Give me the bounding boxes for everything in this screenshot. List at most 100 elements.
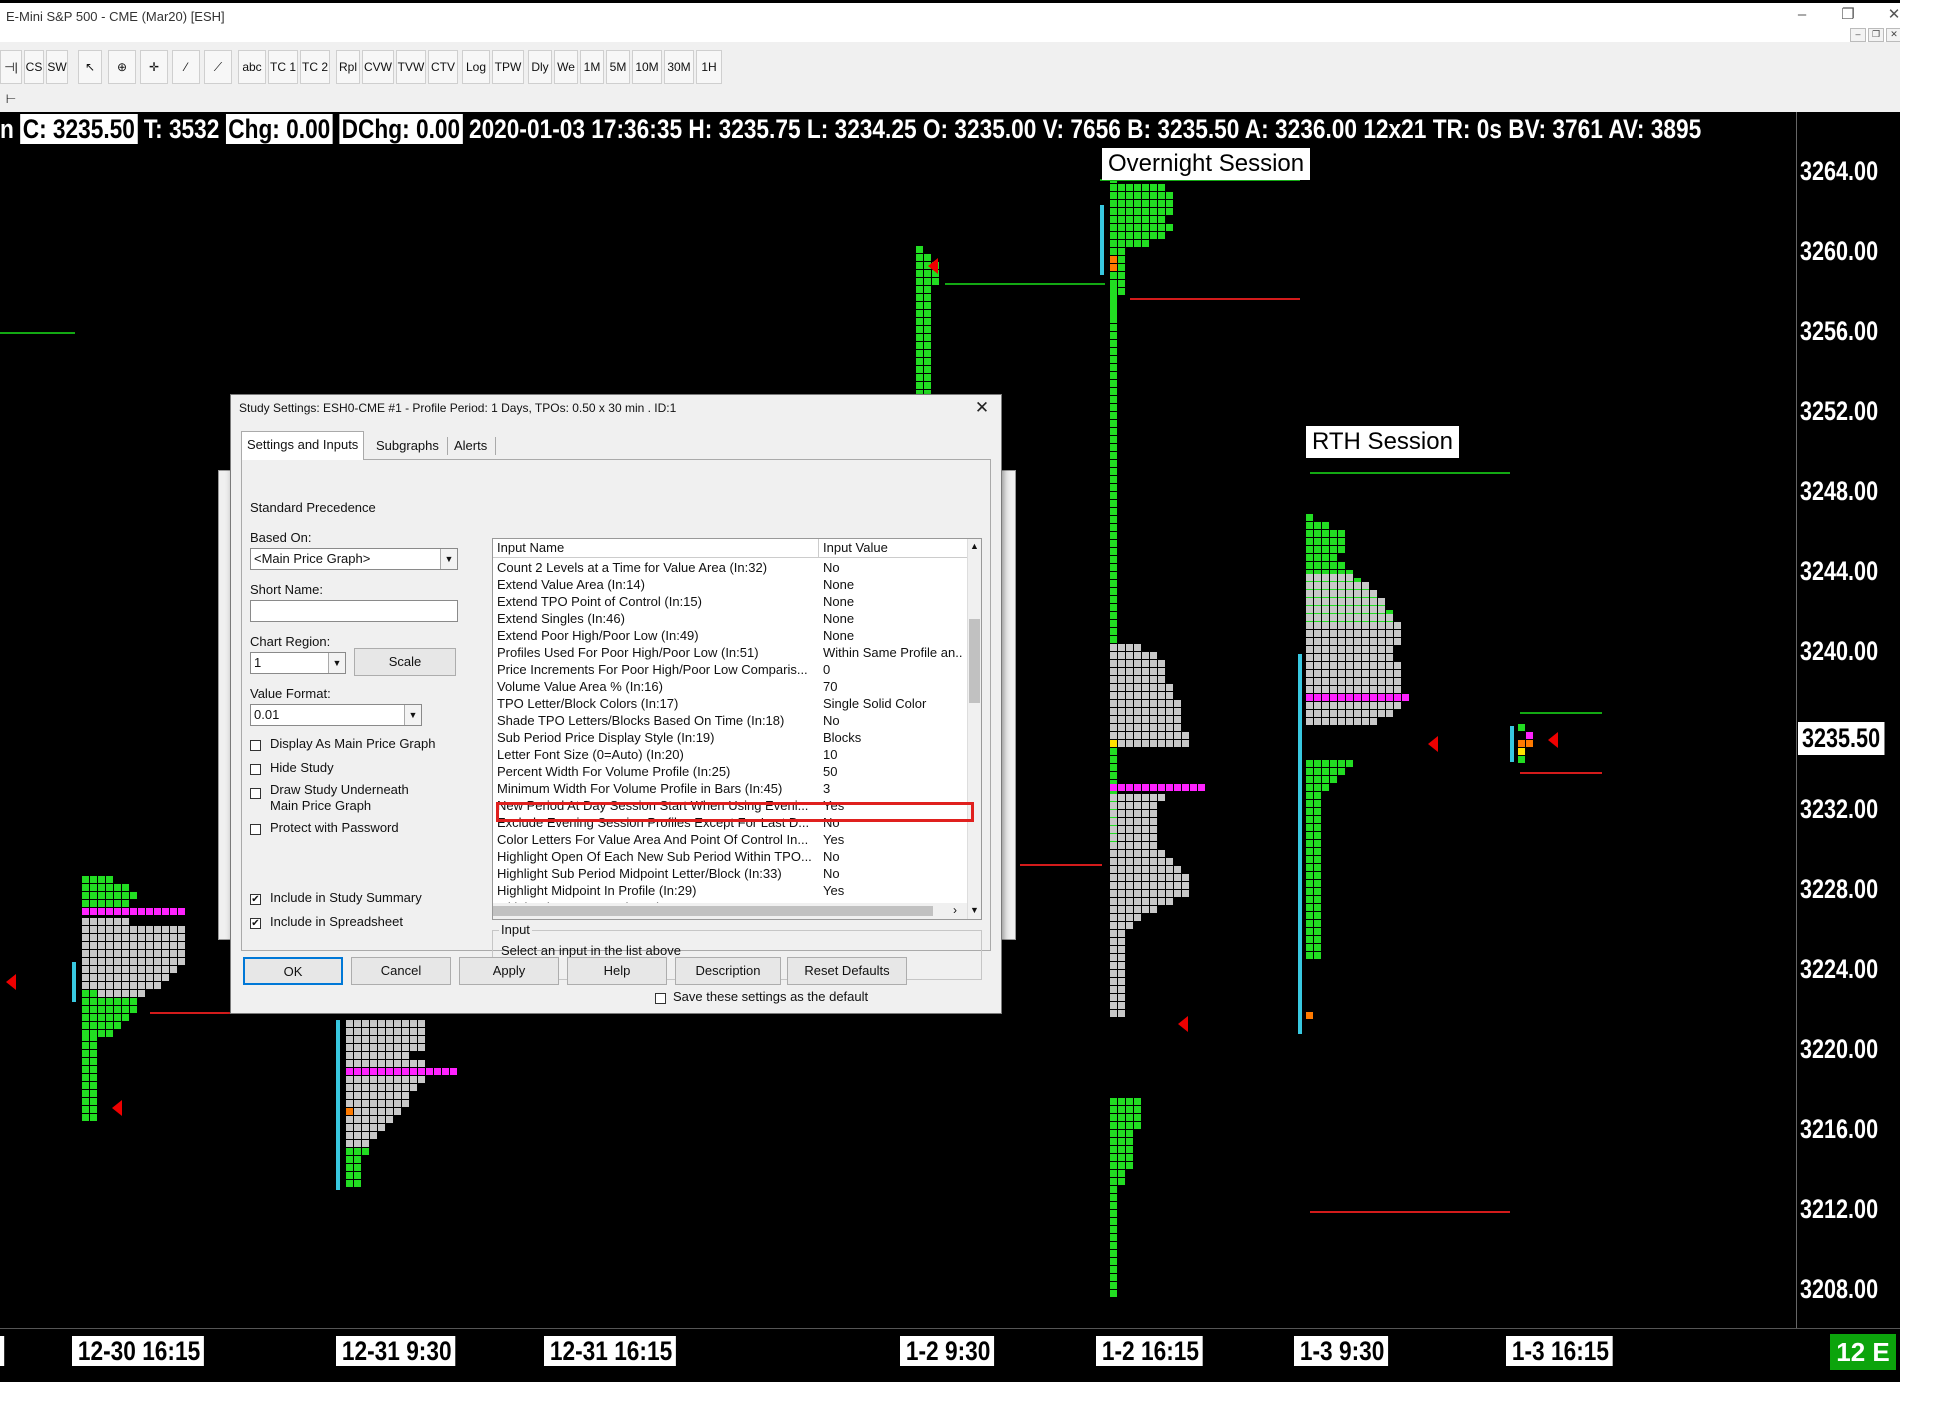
pointer-icon[interactable]: ↖	[78, 50, 102, 84]
scroll-down-icon[interactable]: ▼	[970, 905, 979, 915]
table-row[interactable]: Volume Value Area % (In:16) 70	[493, 678, 967, 695]
save-default-checkbox[interactable]	[655, 993, 666, 1004]
scroll-right-icon[interactable]: ›	[953, 903, 957, 917]
crosshair-icon[interactable]: ⊕	[108, 50, 136, 84]
input-name-cell: Color Letters For Value Area And Point O…	[497, 832, 809, 847]
table-row[interactable]: Shade TPO Letters/Blocks Based On Time (…	[493, 712, 967, 729]
table-row[interactable]: TPO Letter/Block Colors (In:17) Single So…	[493, 695, 967, 712]
toolbar-cs[interactable]: CS	[24, 50, 44, 84]
display-main-label: Display As Main Price Graph	[270, 736, 436, 751]
toolbar-we[interactable]: We	[554, 50, 578, 84]
draw-underneath-label: Draw Study Underneath Main Price Graph	[270, 782, 409, 813]
toolbar-log[interactable]: Log	[462, 50, 490, 84]
toolbar-tpw[interactable]: TPW	[492, 50, 524, 84]
toolbar-rpl[interactable]: Rpl	[336, 50, 360, 84]
table-row[interactable]: Extend Singles (In:46) None	[493, 610, 967, 627]
toolbar-tvw[interactable]: TVW	[396, 50, 426, 84]
table-row[interactable]: Extend Value Area (In:14) None	[493, 576, 967, 593]
value-format-select[interactable]: 0.01 ▼	[250, 704, 422, 726]
cursor-cross-icon[interactable]: ✛	[140, 50, 168, 84]
protect-password-checkbox[interactable]	[250, 824, 261, 835]
table-row[interactable]: Sub Period Price Display Style (In:19) Bl…	[493, 729, 967, 746]
help-button[interactable]: Help	[567, 957, 667, 985]
value-format-label: Value Format:	[250, 686, 331, 701]
input-name-header[interactable]: Input Name	[493, 539, 819, 557]
minimize-button[interactable]: –	[1788, 4, 1816, 26]
toolbar-5m[interactable]: 5M	[606, 50, 630, 84]
chart-minimize-button[interactable]: –	[1850, 28, 1866, 42]
table-row[interactable]: Minimum Width For Volume Profile in Bars…	[493, 780, 967, 797]
inputs-grid[interactable]: Input Name Input Value Count 2 Levels at…	[492, 538, 982, 920]
table-row[interactable]: Highlight Open Of Each New Sub Period Wi…	[493, 848, 967, 865]
study-settings-dialog: Study Settings: ESH0-CME #1 - Profile Pe…	[230, 394, 1002, 1014]
toolbar-tc2[interactable]: TC 2	[300, 50, 330, 84]
short-name-label: Short Name:	[250, 582, 323, 597]
table-row[interactable]: Price Increments For Poor High/Poor Low …	[493, 661, 967, 678]
price-label: 3224.00	[1800, 954, 1879, 984]
table-row[interactable]: Percent Width For Volume Profile (In:25)…	[493, 763, 967, 780]
table-row[interactable]: Letter Font Size (0=Auto) (In:20) 10	[493, 746, 967, 763]
close-marker-icon	[1548, 732, 1558, 748]
tab-settings-inputs[interactable]: Settings and Inputs	[241, 431, 365, 460]
input-value-cell: None	[823, 611, 855, 626]
date-label: 1-3 9:30	[1294, 1336, 1388, 1366]
tab-subgraphs[interactable]: Subgraphs	[371, 435, 444, 457]
input-value-cell: No	[823, 849, 840, 864]
price-axis[interactable]	[1796, 112, 1901, 1328]
vertical-scrollbar[interactable]: ▲ ▼	[967, 539, 981, 919]
dialog-close-icon[interactable]: ✕	[971, 397, 993, 419]
toolbar-dly[interactable]: Dly	[528, 50, 552, 84]
input-name-cell: Extend Value Area (In:14)	[497, 577, 645, 592]
display-main-checkbox[interactable]	[250, 740, 261, 751]
draw-underneath-checkbox[interactable]	[250, 788, 261, 799]
toolbar-abc[interactable]: abc	[238, 50, 266, 84]
toolbar-tc1[interactable]: TC 1	[268, 50, 298, 84]
ray-tool-icon[interactable]: ⟋	[204, 50, 232, 84]
tab-alerts[interactable]: Alerts	[449, 435, 492, 457]
reset-defaults-button[interactable]: Reset Defaults	[787, 957, 907, 985]
hide-study-checkbox[interactable]	[250, 764, 261, 775]
table-row[interactable]: Color Letters For Value Area And Point O…	[493, 831, 967, 848]
chart-restore-button[interactable]: ❐	[1868, 28, 1884, 42]
maximize-button[interactable]: ❐	[1834, 4, 1862, 26]
input-name-cell: Extend Poor High/Poor Low (In:49)	[497, 628, 699, 643]
table-row[interactable]: Profiles Used For Poor High/Poor Low (In…	[493, 644, 967, 661]
hide-study-label: Hide Study	[270, 760, 334, 775]
toolbar-10m[interactable]: 10M	[632, 50, 662, 84]
toolbar-sw[interactable]: SW	[46, 50, 68, 84]
table-row[interactable]: Highlight Midpoint In Profile (In:29) Yes	[493, 882, 967, 899]
input-value-header[interactable]: Input Value	[819, 539, 967, 557]
toolbar-ctv[interactable]: CTV	[428, 50, 458, 84]
table-row[interactable]: Highlight Sub Period Midpoint Letter/Blo…	[493, 865, 967, 882]
cancel-button[interactable]: Cancel	[351, 957, 451, 985]
table-row[interactable]: Count 2 Levels at a Time for Value Area …	[493, 559, 967, 576]
ok-button[interactable]: OK	[243, 957, 343, 985]
price-label: 3248.00	[1800, 476, 1879, 506]
input-value-cell: 3	[823, 781, 831, 796]
toolbar-30m[interactable]: 30M	[664, 50, 694, 84]
based-on-select[interactable]: <Main Price Graph> ▼	[250, 548, 458, 570]
scale-button[interactable]: Scale	[354, 648, 456, 676]
table-row[interactable]: Extend Poor High/Poor Low (In:49) None	[493, 627, 967, 644]
apply-button[interactable]: Apply	[459, 957, 559, 985]
date-label: 12-30 16:15	[72, 1336, 204, 1366]
description-button[interactable]: Description	[675, 957, 781, 985]
price-label: 3252.00	[1800, 396, 1879, 426]
crosshair-tool-icon[interactable]: ⊣|⊢	[0, 50, 22, 106]
horizontal-scrollbar[interactable]: ›	[493, 903, 967, 919]
table-row[interactable]: Extend TPO Point of Control (In:15) None	[493, 593, 967, 610]
info-trades: T: 3532	[143, 114, 226, 144]
hscrollbar-thumb[interactable]	[493, 906, 933, 916]
input-value-cell: None	[823, 577, 855, 592]
chevron-down-icon: ▼	[328, 653, 345, 673]
short-name-input[interactable]	[250, 600, 458, 622]
line-tool-icon[interactable]: ⁄	[172, 50, 200, 84]
toolbar-1m[interactable]: 1M	[580, 50, 604, 84]
include-spreadsheet-checkbox[interactable]: ✔	[250, 918, 261, 929]
toolbar-cvw[interactable]: CVW	[362, 50, 394, 84]
include-summary-checkbox[interactable]: ✔	[250, 894, 261, 905]
scrollbar-thumb[interactable]	[969, 619, 980, 703]
chart-region-select[interactable]: 1 ▼	[250, 652, 346, 674]
toolbar-1h[interactable]: 1H	[696, 50, 722, 84]
scroll-up-icon[interactable]: ▲	[970, 541, 979, 551]
